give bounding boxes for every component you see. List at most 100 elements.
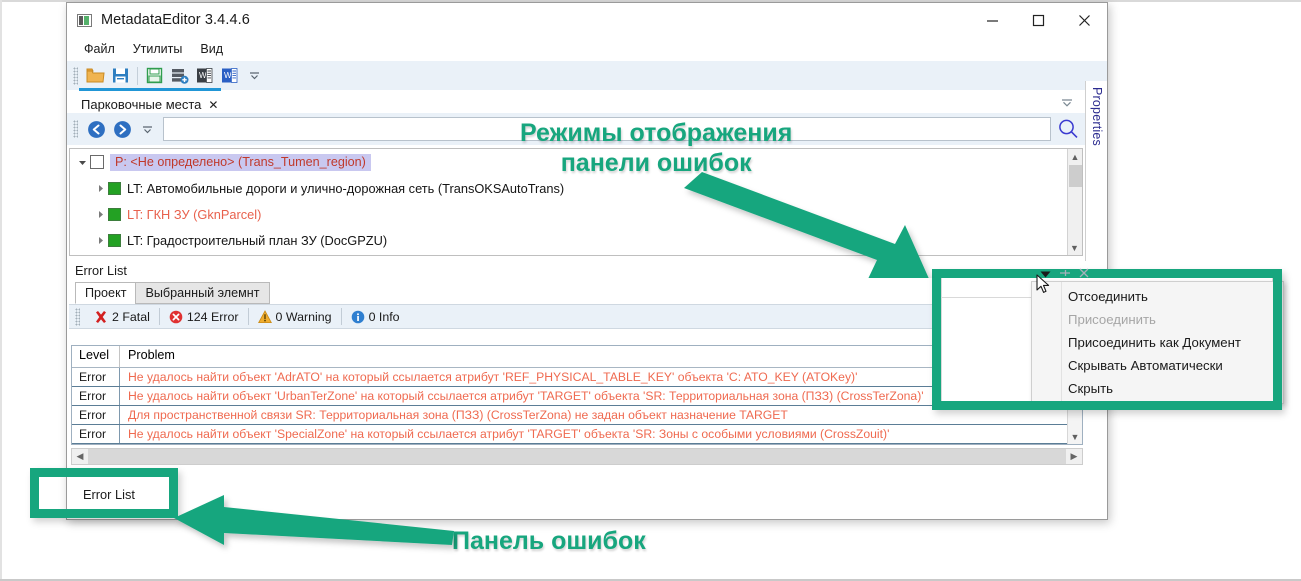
tab-selected-element[interactable]: Выбранный элемнт — [135, 282, 270, 304]
menu-item-file[interactable]: Файл — [75, 39, 124, 59]
properties-side-tab[interactable]: Properties — [1085, 81, 1107, 261]
scroll-down-icon[interactable]: ▼ — [1068, 240, 1081, 255]
tab-project[interactable]: Проект — [75, 282, 137, 304]
tree-row-label: P: <Не определено> (Trans_Tumen_region) — [110, 153, 371, 171]
context-menu-item-auto-hide[interactable]: Скрывать Автоматически — [1032, 354, 1283, 377]
column-header-problem[interactable]: Problem — [120, 346, 175, 367]
error-list-tabs: Проект Выбранный элемнт — [69, 281, 1083, 304]
toolbar-overflow-icon[interactable] — [246, 70, 262, 81]
expander-icon[interactable] — [92, 210, 108, 219]
context-menu-item-dock-as-document[interactable]: Присоединить как Документ — [1032, 331, 1283, 354]
word-doc-alt-icon[interactable]: W — [217, 64, 242, 88]
close-button[interactable] — [1061, 3, 1107, 38]
cell-level: Error — [72, 425, 120, 443]
cell-level: Error — [72, 368, 120, 386]
warning-icon — [257, 309, 272, 324]
expander-icon[interactable] — [92, 236, 108, 245]
counter-error[interactable]: 124 Error — [160, 310, 248, 324]
forward-icon[interactable] — [109, 116, 135, 142]
menu-item-label: Присоединить — [1068, 312, 1156, 327]
tree-row-label: LT: ГКН ЗУ (GknParcel) — [127, 206, 262, 222]
cell-problem: Для пространственной связи SR: Территори… — [128, 408, 788, 422]
layer-color-swatch — [108, 207, 121, 221]
navbar-grip[interactable] — [73, 120, 78, 138]
context-menu-item-undock[interactable]: Отсоединить — [1032, 285, 1283, 308]
layer-color-swatch — [108, 233, 121, 247]
counter-label: 0 Warning — [275, 309, 332, 324]
open-folder-icon[interactable] — [83, 64, 108, 88]
properties-tab-label: Properties — [1090, 87, 1104, 146]
cell-problem: Для пространственной связи SR: Зоны с ос… — [120, 444, 764, 445]
error-grid-horizontal-scrollbar[interactable]: ◀ ▶ — [71, 448, 1083, 465]
svg-text:W: W — [199, 71, 207, 80]
svg-text:W: W — [224, 71, 232, 80]
scroll-down-icon[interactable]: ▼ — [1068, 429, 1082, 444]
tree-checkbox[interactable] — [90, 155, 104, 169]
scroll-left-icon[interactable]: ◀ — [72, 451, 88, 462]
counter-label: 2 Fatal — [112, 309, 150, 324]
fatal-icon — [94, 310, 108, 324]
page-edge-left — [0, 0, 2, 581]
close-icon[interactable]: ✕ — [208, 98, 218, 112]
document-tab-label: Парковочные места — [81, 97, 202, 112]
minimize-button[interactable] — [969, 3, 1015, 38]
word-doc-icon[interactable]: W — [192, 64, 217, 88]
tab-label: Выбранный элемнт — [145, 286, 260, 300]
cell-level: Error — [72, 444, 120, 445]
scroll-up-icon[interactable]: ▲ — [1068, 149, 1082, 164]
menu-item-label: Присоединить как Документ — [1068, 335, 1241, 350]
context-menu-item-dock: Присоединить — [1032, 308, 1283, 331]
menu-item-label: Скрыть — [1068, 381, 1114, 396]
counter-info[interactable]: 0 Info — [342, 310, 409, 324]
counters-grip[interactable] — [75, 307, 80, 326]
navbar-overflow-icon[interactable] — [139, 124, 155, 135]
column-header-level[interactable]: Level — [72, 346, 120, 367]
scroll-thumb[interactable] — [88, 449, 1066, 464]
menu-item-label: Скрывать Автоматически — [1068, 358, 1223, 373]
maximize-button[interactable] — [1015, 3, 1061, 38]
tree-scrollbar[interactable]: ▲ ▼ — [1067, 149, 1082, 255]
table-row[interactable]: Error Для пространственной связи SR: Тер… — [72, 406, 1082, 425]
toolbar-grip[interactable] — [73, 66, 78, 85]
main-toolbar: W W — [67, 60, 1107, 90]
add-database-icon[interactable] — [167, 64, 192, 88]
app-icon — [77, 13, 92, 27]
dock-context-menu[interactable]: Отсоединить Присоединить Присоединить ка… — [1031, 281, 1284, 404]
counter-label: 124 Error — [186, 309, 239, 324]
scroll-right-icon[interactable]: ▶ — [1066, 451, 1082, 462]
annotation-box-error-panel — [30, 468, 178, 518]
cell-problem: Не удалось найти объект 'UrbanTerZone' н… — [128, 389, 924, 403]
back-icon[interactable] — [83, 116, 109, 142]
context-menu-item-hide[interactable]: Скрыть — [1032, 377, 1283, 400]
close-icon[interactable] — [1078, 266, 1090, 284]
cell-level: Error — [72, 387, 120, 405]
table-row[interactable]: Error Не удалось найти объект 'SpecialZo… — [72, 425, 1082, 444]
annotation-arrow-top — [684, 172, 929, 278]
tree-row-label: LT: Градостроительный план ЗУ (DocGPZU) — [127, 232, 388, 248]
table-row[interactable]: Error Не удалось найти объект 'AdrATO' н… — [72, 368, 1082, 387]
expander-icon[interactable] — [74, 158, 90, 167]
table-row[interactable]: Error Для пространственной связи SR: Зон… — [72, 444, 1082, 445]
error-counters-toolbar: 2 Fatal 124 Error 0 Warning 0 Info — [69, 304, 1083, 329]
cell-problem: Не удалось найти объект 'AdrATO' на кото… — [128, 370, 858, 384]
export-icon[interactable] — [142, 64, 167, 88]
menu-item-utilities[interactable]: Утилиты — [124, 39, 192, 59]
counter-warning[interactable]: 0 Warning — [249, 310, 341, 324]
window-controls — [969, 3, 1107, 38]
tree-row-label: LT: Автомобильные дороги и улично-дорожн… — [127, 180, 565, 196]
search-icon[interactable] — [1051, 117, 1085, 142]
table-row[interactable]: Error Не удалось найти объект 'UrbanTerZ… — [72, 387, 1082, 406]
scroll-thumb[interactable] — [1069, 165, 1082, 187]
window-title: MetadataEditor 3.4.4.6 — [101, 12, 250, 28]
counter-fatal[interactable]: 2 Fatal — [85, 310, 159, 324]
layer-color-swatch — [108, 181, 121, 195]
save-icon[interactable] — [108, 64, 133, 88]
menu-item-label: Отсоединить — [1068, 289, 1148, 304]
menu-item-view[interactable]: Вид — [191, 39, 232, 59]
expander-icon[interactable] — [92, 184, 108, 193]
error-list-panel: Error List Проект Выбранный элемнт 2 Fat… — [69, 261, 1083, 471]
pin-icon[interactable] — [1058, 266, 1071, 284]
cell-problem: Не удалось найти объект 'SpecialZone' на… — [128, 427, 890, 441]
tabstrip-overflow-icon[interactable] — [1061, 95, 1073, 113]
mouse-cursor — [1036, 274, 1052, 301]
